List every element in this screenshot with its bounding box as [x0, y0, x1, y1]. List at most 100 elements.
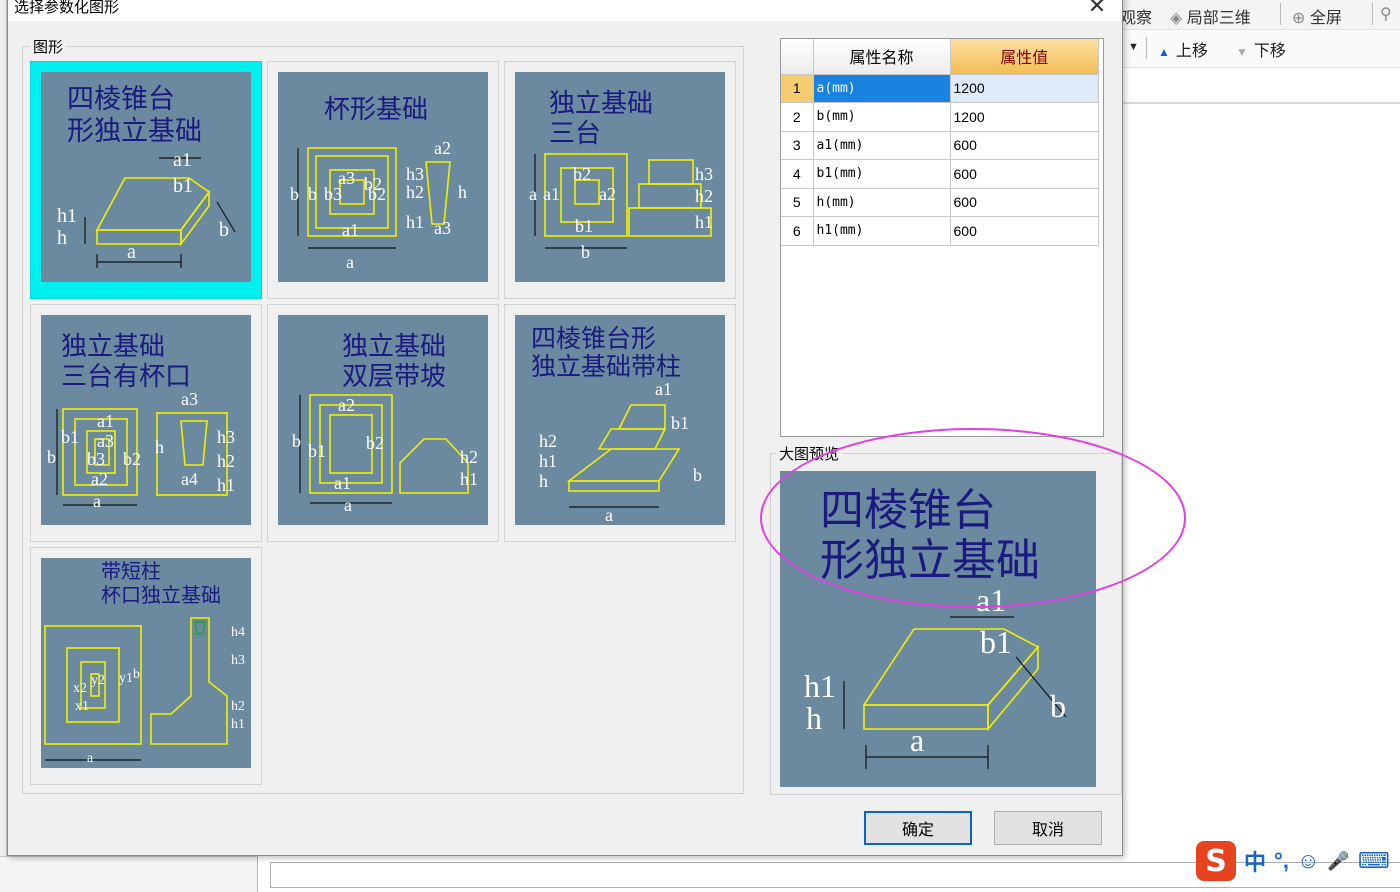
- dimension-label: b: [292, 431, 301, 451]
- row-number[interactable]: 5: [781, 188, 814, 217]
- large-preview-image: 四棱锥台形独立基础a1 b1 h1h b a: [780, 471, 1096, 787]
- dimension-label: h: [155, 437, 164, 457]
- property-name-cell[interactable]: a(mm): [813, 74, 951, 103]
- row-number[interactable]: 3: [781, 131, 814, 160]
- property-row[interactable]: 5 h(mm) 600: [781, 188, 1099, 217]
- column-header-value[interactable]: 属性值: [950, 39, 1099, 75]
- shape-title-text: 独立基础: [61, 332, 165, 361]
- dimension-label: b2: [366, 433, 384, 453]
- property-row[interactable]: 6 h1(mm) 600: [781, 216, 1099, 246]
- dimension-label: a2: [338, 395, 355, 415]
- property-value-cell[interactable]: 1200: [950, 74, 1099, 103]
- shape-title-text: 杯口独立基础: [101, 584, 221, 607]
- dimension-label: a: [346, 252, 354, 272]
- dimension-label: h3: [217, 427, 235, 447]
- dimension-label: a: [93, 491, 101, 511]
- property-value-cell[interactable]: 600: [950, 216, 1099, 246]
- shape-tile-4[interactable]: 独立基础 三台有杯口 a1 a3 b1 b a3 b3 b2 a2 a h a4 h3 h2 h1: [30, 304, 262, 542]
- dimension-label: x2: [73, 681, 87, 696]
- toolbar-local-3d-button[interactable]: ◈ 局部三维: [1170, 4, 1251, 28]
- property-name-cell[interactable]: a1(mm): [813, 131, 951, 160]
- ok-button[interactable]: 确定: [864, 811, 972, 845]
- ime-chinese-mode[interactable]: 中: [1244, 845, 1266, 877]
- toolbar-separator: [1372, 3, 1373, 25]
- property-value-cell[interactable]: 600: [950, 159, 1099, 189]
- property-name-cell[interactable]: h1(mm): [813, 216, 951, 246]
- dimension-label: h2: [231, 699, 245, 714]
- row-number[interactable]: 4: [781, 159, 814, 189]
- dimension-label: h1: [539, 451, 557, 471]
- dimension-label: a: [127, 241, 136, 263]
- shape-tile-7[interactable]: 带短柱 杯口独立基础 x2 y2 y1 x1 b a h4 h3 h2 h1: [30, 547, 262, 785]
- move-up-button[interactable]: ▲ 上移: [1158, 37, 1208, 61]
- move-down-button[interactable]: ▼ 下移: [1236, 37, 1286, 61]
- shape-thumbnail-double-slope: 独立基础双层带坡 a2 b b1 b2 a1a h2h1: [278, 315, 488, 525]
- shape-title-text: 独立基础带柱: [531, 353, 681, 381]
- property-name-cell[interactable]: h(mm): [813, 188, 951, 217]
- row-number[interactable]: 1: [781, 74, 814, 103]
- shape-tile-2[interactable]: 杯形基础 a2 a3 b2 b b b3 b2 h3 h2 h1 h a1 a a3: [267, 61, 499, 299]
- property-value-cell[interactable]: 600: [950, 188, 1099, 217]
- dimension-label: h1: [57, 205, 77, 227]
- close-icon[interactable]: ✕: [1086, 0, 1108, 17]
- dimension-label: a: [529, 184, 537, 204]
- dimension-label: b1: [671, 413, 689, 433]
- dimension-label: b: [581, 242, 590, 262]
- shape-tile-3[interactable]: 独立基础 三台 b2 a a1 a2 b1 b h3 h2 h1: [504, 61, 736, 299]
- property-table: 属性名称 属性值 1 a(mm) 1200 2 b(mm) 1200 3 a1(mm) 600 4…: [781, 39, 1099, 246]
- select-parametric-shape-dialog: 选择参数化图形 ✕ 图形 四棱锥台 形独立基础 a1 b1 h1 h b a 杯形基础 a2 a3…: [7, 0, 1123, 856]
- ime-keyboard-icon[interactable]: ⌨: [1358, 848, 1390, 874]
- property-grid: 属性名称 属性值 1 a(mm) 1200 2 b(mm) 1200 3 a1(mm) 600 4…: [780, 38, 1104, 437]
- dimension-label: b1: [173, 175, 193, 197]
- dimension-label: a1: [976, 582, 1006, 618]
- row-number[interactable]: 2: [781, 102, 814, 132]
- dimension-label: a: [344, 495, 352, 515]
- grid-corner: [781, 39, 814, 75]
- search-icon[interactable]: ⚲: [1380, 4, 1392, 24]
- shape-tile-5[interactable]: 独立基础 双层带坡 a2 b b1 b2 a1 a h2 h1: [267, 304, 499, 542]
- dimension-label: h1: [217, 475, 235, 495]
- dimension-label: b: [308, 184, 317, 204]
- property-row[interactable]: 3 a1(mm) 600: [781, 131, 1099, 160]
- sogou-logo-icon[interactable]: S: [1196, 841, 1236, 881]
- dimension-label: b: [219, 219, 229, 241]
- preview-title-text: 形独立基础: [820, 536, 1040, 585]
- property-value-cell[interactable]: 1200: [950, 102, 1099, 132]
- dimension-label: a3: [97, 431, 114, 451]
- column-header-name[interactable]: 属性名称: [813, 39, 951, 75]
- dimension-label: a2: [599, 184, 616, 204]
- dimension-label: h3: [406, 164, 424, 184]
- ime-punctuation[interactable]: °,: [1274, 848, 1289, 874]
- property-name-cell[interactable]: b1(mm): [813, 159, 951, 189]
- property-value-cell[interactable]: 600: [950, 131, 1099, 160]
- dimension-label: h: [806, 700, 822, 736]
- shape-title-text: 四棱锥台: [67, 84, 175, 114]
- dialog-title: 选择参数化图形: [14, 0, 120, 16]
- dimension-label: b1: [61, 427, 79, 447]
- property-name-cell[interactable]: b(mm): [813, 102, 951, 132]
- row-number[interactable]: 6: [781, 216, 814, 246]
- dimension-label: h3: [695, 164, 713, 184]
- background-toolbar-secondary: ▼ ▲ 上移 ▼ 下移: [1120, 30, 1400, 68]
- shape-tile-1[interactable]: 四棱锥台 形独立基础 a1 b1 h1 h b a: [30, 61, 262, 299]
- dimension-label: a1: [543, 184, 560, 204]
- property-row[interactable]: 4 b1(mm) 600: [781, 159, 1099, 189]
- property-row[interactable]: 1 a(mm) 1200: [781, 74, 1099, 103]
- cancel-button[interactable]: 取消: [994, 811, 1102, 845]
- shape-tile-6[interactable]: 四棱锥台形 独立基础带柱 a1 b1 h2 h1 h b a: [504, 304, 736, 542]
- dropdown-arrow-icon[interactable]: ▼: [1128, 41, 1139, 53]
- dimension-label: b: [693, 465, 702, 485]
- toolbar-fullscreen-button[interactable]: ⊕ 全屏: [1292, 4, 1342, 28]
- dimension-label: a4: [181, 469, 198, 489]
- dimension-label: b: [133, 667, 140, 682]
- dimension-label: y1: [119, 671, 133, 686]
- ime-voice-icon[interactable]: 🎤: [1327, 851, 1349, 872]
- dimension-label: b2: [573, 164, 591, 184]
- shape-title-text: 形独立基础: [67, 116, 202, 146]
- toolbar-observe-button[interactable]: 观察: [1120, 4, 1152, 28]
- dimension-label: h2: [406, 182, 424, 202]
- ime-emoji-icon[interactable]: ☺: [1297, 848, 1319, 874]
- property-row[interactable]: 2 b(mm) 1200: [781, 102, 1099, 132]
- shape-thumbnail-frustum-column: 四棱锥台形独立基础带柱a1 b1 h2h1h b a: [515, 315, 725, 525]
- dimension-label: b1: [308, 441, 326, 461]
